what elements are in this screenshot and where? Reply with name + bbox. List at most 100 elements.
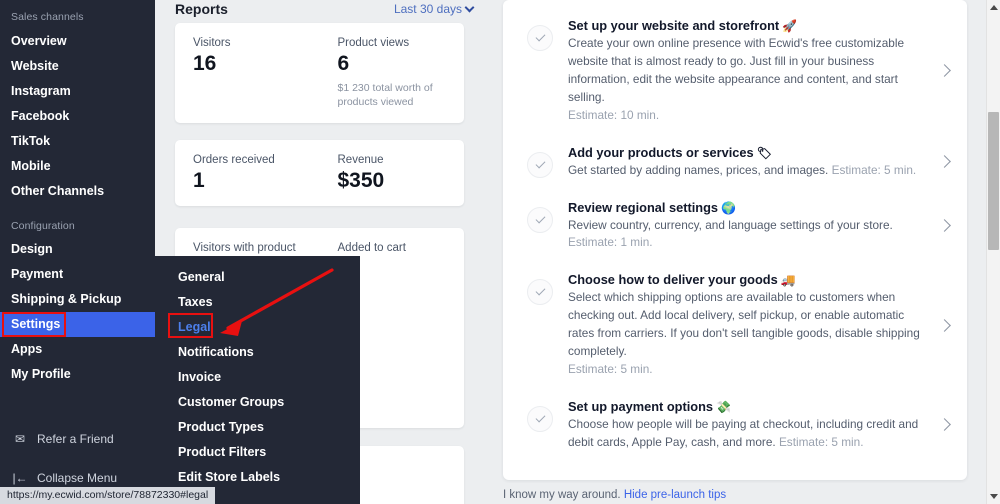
chevron-right-icon[interactable] [937,63,953,79]
submenu-item-taxes[interactable]: Taxes [155,290,360,315]
checklist-item-estimate: Estimate: 5 min. [831,162,917,177]
checklist-item-estimate: Estimate: 1 min. [568,235,653,250]
delivery-truck-emoji: 🚚 [780,273,796,288]
sidebar-section-sales-channels: Sales channels [11,11,84,23]
chevron-right-icon[interactable] [937,218,953,234]
label-tag-emoji: 🏷 [756,145,772,160]
chevron-down-icon [464,2,475,12]
checklist-item-desc: Get started by adding names, prices, and… [568,162,929,180]
checklist-item-title: Add your products or services 🏷 [568,145,929,160]
checklist-item-regional[interactable]: Review regional settings 🌍 Review country… [503,190,967,263]
submenu-item-customer-groups[interactable]: Customer Groups [155,390,360,415]
globe-emoji: 🌍 [721,200,737,215]
sidebar-item-apps[interactable]: Apps [0,337,155,362]
chevron-right-icon[interactable] [937,154,953,170]
submenu-item-product-types[interactable]: Product Types [155,415,360,440]
sidebar-item-my-profile[interactable]: My Profile [0,362,155,387]
report-card-visitors[interactable]: Visitors 16 Product views 6 $1 230 total… [175,23,465,124]
browser-status-bar: https://my.ecwid.com/store/78872330#lega… [0,487,216,504]
checklist-item-estimate: Estimate: 10 min. [568,107,660,122]
metric-value: $350 [337,169,385,192]
checklist-item-payment[interactable]: Set up payment options 💸 Choose how peopl… [503,389,967,462]
sidebar-item-other-channels[interactable]: Other Channels [0,179,155,204]
submenu-item-invoice[interactable]: Invoice [155,365,360,390]
main-sidebar: Sales channels Overview Website Instagra… [0,0,155,504]
sidebar-refer-label: Refer a Friend [37,432,114,446]
checklist-title-text: Add your products or services [568,144,754,160]
envelope-icon: ✉ [14,432,26,446]
check-circle-icon[interactable] [527,279,553,306]
checklist-item-desc: Review country, currency, and language s… [568,217,893,232]
sidebar-item-payment[interactable]: Payment [0,262,155,287]
checklist-title-text: Set up your website and storefront [568,18,780,33]
check-circle-icon[interactable] [527,25,553,51]
hide-prelaunch-tips-link[interactable]: Hide pre-launch tips [624,489,726,501]
metric-value: 16 [193,52,217,75]
sidebar-section-configuration: Configuration [11,220,75,232]
sidebar-item-instagram[interactable]: Instagram [0,79,155,104]
metric-label: Product views [337,37,410,49]
prelaunch-checklist-panel: Set up your website and storefront 🚀 Crea… [503,0,967,480]
ecwid-admin-screenshot: Reports Last 30 days Visitors 16 Product… [0,0,1000,504]
checklist-item-products[interactable]: Add your products or services 🏷 Get start… [503,135,967,190]
checklist-title-text: Set up payment options [568,398,714,414]
sidebar-item-tiktok[interactable]: TikTok [0,129,155,154]
sidebar-item-website[interactable]: Website [0,54,155,79]
money-emoji: 💸 [716,399,731,414]
metric-revenue: Revenue $350 [320,140,465,206]
checklist-item-desc: Choose how people will be paying at chec… [568,416,929,452]
chevron-right-icon[interactable] [937,417,953,433]
submenu-item-notifications[interactable]: Notifications [155,340,360,365]
submenu-item-general[interactable]: General [155,265,360,290]
prelaunch-footnote: I know my way around. Hide pre-launch ti… [503,489,726,501]
metric-value: 1 [193,169,205,192]
reports-title: Reports [175,1,228,17]
checklist-item-desc: Create your own online presence with Ecw… [568,36,905,104]
checklist-desc-text: Get started by adding names, prices, and… [568,162,829,177]
metric-value: 6 [337,52,350,75]
checklist-item-title: Choose how to deliver your goods 🚚 [568,272,929,287]
sidebar-refer-a-friend[interactable]: ✉ Refer a Friend [0,427,155,451]
metric-product-views: Product views 6 $1 230 total worth of pr… [320,23,465,123]
scrollbar-thumb[interactable] [988,112,999,250]
page-scrollbar[interactable] [986,0,1000,504]
checklist-item-estimate: Estimate: 5 min. [778,434,864,449]
checklist-item-desc: Select which shipping options are availa… [568,290,920,359]
metric-label: Orders received [193,154,275,166]
chevron-right-icon[interactable] [937,318,953,334]
sidebar-item-design[interactable]: Design [0,237,155,262]
sidebar-item-mobile[interactable]: Mobile [0,154,155,179]
checklist-item-title: Set up your website and storefront 🚀 [568,18,929,33]
check-circle-icon[interactable] [527,405,553,432]
metric-label: Visitors with product [193,242,296,254]
checklist-title-text: Review regional settings [568,199,719,215]
rocket-emoji: 🚀 [782,19,798,33]
metric-label: Added to cart [337,242,406,254]
check-circle-icon[interactable] [527,151,553,178]
checklist-item-estimate: Estimate: 5 min. [568,362,653,377]
sidebar-item-settings[interactable]: Settings [0,312,155,337]
date-range-label: Last 30 days [393,2,462,16]
metric-orders-received: Orders received 1 [175,140,320,206]
checklist-title-text: Choose how to deliver your goods [568,272,778,288]
submenu-item-product-filters[interactable]: Product Filters [155,440,360,465]
metric-label: Visitors [193,37,231,49]
submenu-item-legal[interactable]: Legal [155,315,360,340]
checklist-item-website[interactable]: Set up your website and storefront 🚀 Crea… [503,8,967,135]
checklist-item-title: Review regional settings 🌍 [568,200,929,215]
footnote-prefix: I know my way around. [503,489,621,501]
checklist-item-shipping[interactable]: Choose how to deliver your goods 🚚 Select… [503,262,967,389]
checklist-desc-text: Choose how people will be paying at chec… [568,416,919,449]
reports-header: Reports Last 30 days [155,0,485,18]
report-card-orders[interactable]: Orders received 1 Revenue $350 [175,140,465,207]
check-circle-icon[interactable] [527,206,553,233]
sidebar-item-overview[interactable]: Overview [0,29,155,54]
sidebar-item-facebook[interactable]: Facebook [0,104,155,129]
settings-submenu: General Taxes Legal Notifications Invoic… [155,256,360,504]
scroll-down-arrow-icon[interactable] [987,490,1000,503]
scroll-up-arrow-icon[interactable] [987,1,1000,14]
metric-label: Revenue [337,154,384,166]
metric-subtext: $1 230 total worth of products viewed [337,82,433,109]
sidebar-item-shipping-pickup[interactable]: Shipping & Pickup [0,287,155,312]
date-range-selector[interactable]: Last 30 days [393,2,475,16]
